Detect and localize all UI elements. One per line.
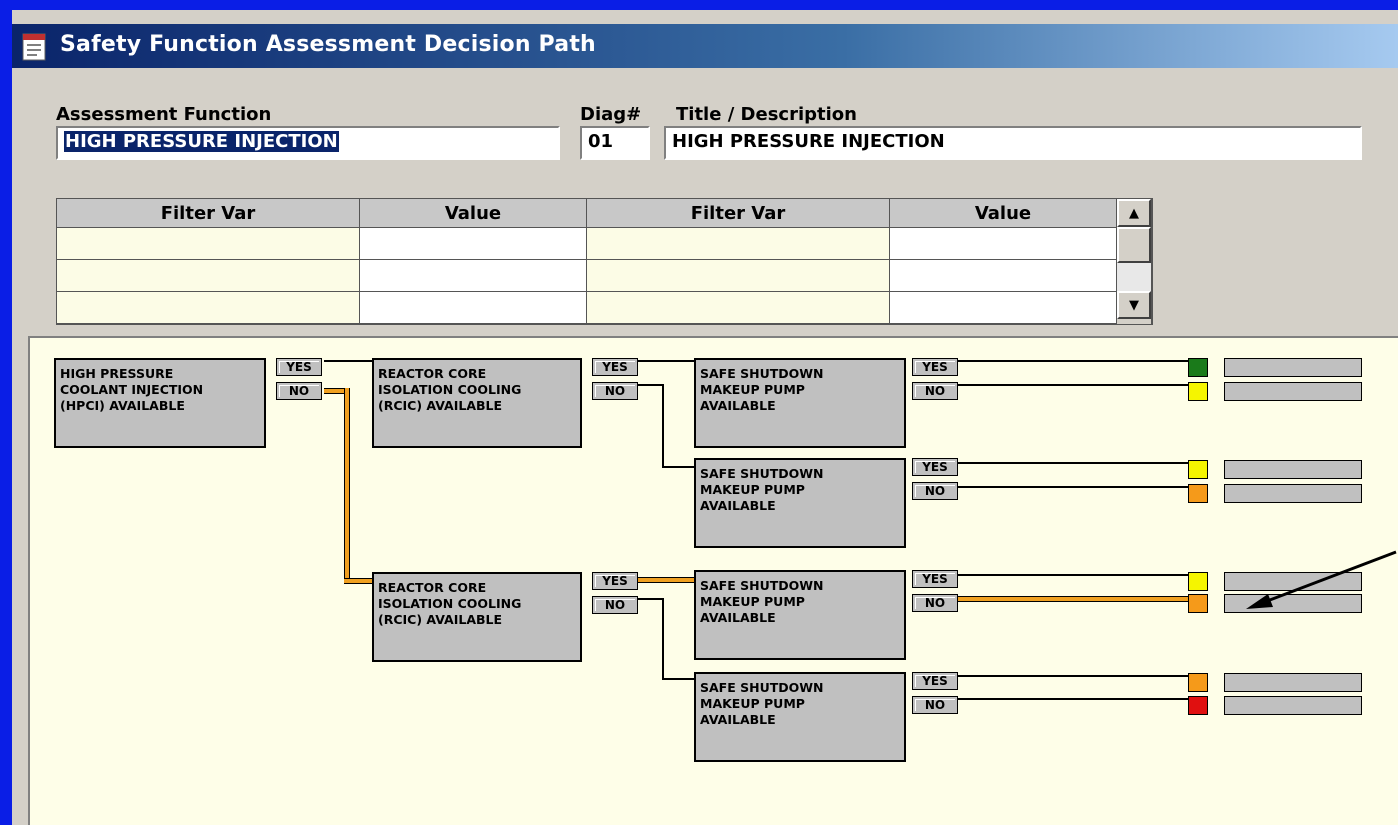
table-row <box>57 227 1152 260</box>
no-branch-label[interactable]: NO <box>592 596 638 614</box>
connector-line <box>638 598 664 600</box>
scroll-track[interactable] <box>1117 263 1151 291</box>
decision-node-hpci[interactable]: HIGH PRESSURE COOLANT INJECTION (HPCI) A… <box>54 358 266 448</box>
connector-line <box>958 574 1188 576</box>
filter-var-cell[interactable] <box>57 291 360 324</box>
title-bar: Safety Function Assessment Decision Path <box>12 24 1398 68</box>
connector-line <box>662 466 694 468</box>
filter-var-cell[interactable] <box>586 291 890 324</box>
title-description-label: Title / Description <box>676 104 857 125</box>
no-branch-label[interactable]: NO <box>912 696 958 714</box>
scroll-up-button[interactable]: ▲ <box>1117 199 1151 227</box>
no-branch-label[interactable]: NO <box>592 382 638 400</box>
outcome-field[interactable] <box>1224 484 1362 503</box>
decision-node-makeup-pump[interactable]: SAFE SHUTDOWN MAKEUP PUMP AVAILABLE <box>694 358 906 448</box>
connector-line <box>638 384 664 386</box>
assessment-function-label: Assessment Function <box>56 104 272 125</box>
value-cell[interactable] <box>359 291 587 324</box>
arrow-up-icon: ▲ <box>1129 205 1139 221</box>
no-branch-label[interactable]: NO <box>912 482 958 500</box>
connector-line <box>958 675 1188 677</box>
title-description-field[interactable]: HIGH PRESSURE INJECTION <box>664 126 1362 160</box>
yes-branch-label[interactable]: YES <box>276 358 322 376</box>
outcome-field[interactable] <box>1224 460 1362 479</box>
highlighted-path <box>344 578 372 584</box>
outcome-field[interactable] <box>1224 696 1362 715</box>
connector-line <box>324 360 372 362</box>
value-cell[interactable] <box>359 227 587 260</box>
status-indicator <box>1188 572 1208 591</box>
yes-branch-label[interactable]: YES <box>592 358 638 376</box>
decision-path-diagram: HIGH PRESSURE COOLANT INJECTION (HPCI) A… <box>28 336 1398 825</box>
decision-node-makeup-pump[interactable]: SAFE SHUTDOWN MAKEUP PUMP AVAILABLE <box>694 570 906 660</box>
value-cell[interactable] <box>359 259 587 292</box>
filter-grid: Filter Var Value Filter Var Value ▲ ▼ <box>56 198 1153 325</box>
app-window: Safety Function Assessment Decision Path… <box>12 10 1398 825</box>
value-cell[interactable] <box>889 259 1117 292</box>
pointer-arrow-icon <box>1242 550 1398 624</box>
no-branch-label[interactable]: NO <box>912 594 958 612</box>
connector-line <box>958 360 1188 362</box>
no-branch-label[interactable]: NO <box>276 382 322 400</box>
value-cell[interactable] <box>889 291 1117 324</box>
window-title: Safety Function Assessment Decision Path <box>60 32 596 57</box>
table-row <box>57 259 1152 292</box>
outcome-field[interactable] <box>1224 382 1362 401</box>
highlighted-path <box>638 577 694 583</box>
connector-line <box>638 360 694 362</box>
decision-node-makeup-pump[interactable]: SAFE SHUTDOWN MAKEUP PUMP AVAILABLE <box>694 458 906 548</box>
form-panel: Assessment Function HIGH PRESSURE INJECT… <box>12 68 1398 338</box>
filter-var-cell[interactable] <box>57 259 360 292</box>
status-indicator <box>1188 460 1208 479</box>
value-cell[interactable] <box>889 227 1117 260</box>
diag-number-field[interactable]: 01 <box>580 126 650 160</box>
desktop-strip <box>0 0 1398 10</box>
status-indicator <box>1188 594 1208 613</box>
status-indicator <box>1188 673 1208 692</box>
highlighted-path <box>958 596 1188 602</box>
assessment-function-field[interactable]: HIGH PRESSURE INJECTION <box>56 126 560 160</box>
yes-branch-label[interactable]: YES <box>592 572 638 590</box>
filter-var-cell[interactable] <box>586 259 890 292</box>
outcome-field[interactable] <box>1224 358 1362 377</box>
app-icon <box>20 32 50 66</box>
status-indicator <box>1188 358 1208 377</box>
status-indicator <box>1188 696 1208 715</box>
connector-line <box>662 598 664 680</box>
connector-line <box>958 462 1188 464</box>
connector-line <box>958 698 1188 700</box>
no-branch-label[interactable]: NO <box>912 382 958 400</box>
highlighted-path <box>344 388 350 584</box>
decision-node-rcic[interactable]: REACTOR CORE ISOLATION COOLING (RCIC) AV… <box>372 358 582 448</box>
filter-var-cell[interactable] <box>586 227 890 260</box>
scroll-thumb[interactable] <box>1117 227 1151 263</box>
yes-branch-label[interactable]: YES <box>912 672 958 690</box>
table-row <box>57 291 1152 324</box>
grid-scrollbar[interactable]: ▲ ▼ <box>1116 199 1152 324</box>
connector-line <box>662 384 664 468</box>
outcome-field[interactable] <box>1224 673 1362 692</box>
scroll-down-button[interactable]: ▼ <box>1117 291 1151 319</box>
connector-line <box>662 678 694 680</box>
decision-node-rcic[interactable]: REACTOR CORE ISOLATION COOLING (RCIC) AV… <box>372 572 582 662</box>
connector-line <box>958 384 1188 386</box>
value-header-2[interactable]: Value <box>889 199 1117 228</box>
yes-branch-label[interactable]: YES <box>912 458 958 476</box>
arrow-down-icon: ▼ <box>1129 297 1139 313</box>
yes-branch-label[interactable]: YES <box>912 570 958 588</box>
value-header-1[interactable]: Value <box>359 199 587 228</box>
decision-node-makeup-pump[interactable]: SAFE SHUTDOWN MAKEUP PUMP AVAILABLE <box>694 672 906 762</box>
filter-var-header-1[interactable]: Filter Var <box>57 199 360 228</box>
assessment-function-value: HIGH PRESSURE INJECTION <box>64 131 339 152</box>
diag-label: Diag# <box>580 104 642 125</box>
yes-branch-label[interactable]: YES <box>912 358 958 376</box>
filter-var-header-2[interactable]: Filter Var <box>586 199 890 228</box>
status-indicator <box>1188 484 1208 503</box>
filter-var-cell[interactable] <box>57 227 360 260</box>
connector-line <box>958 486 1188 488</box>
status-indicator <box>1188 382 1208 401</box>
